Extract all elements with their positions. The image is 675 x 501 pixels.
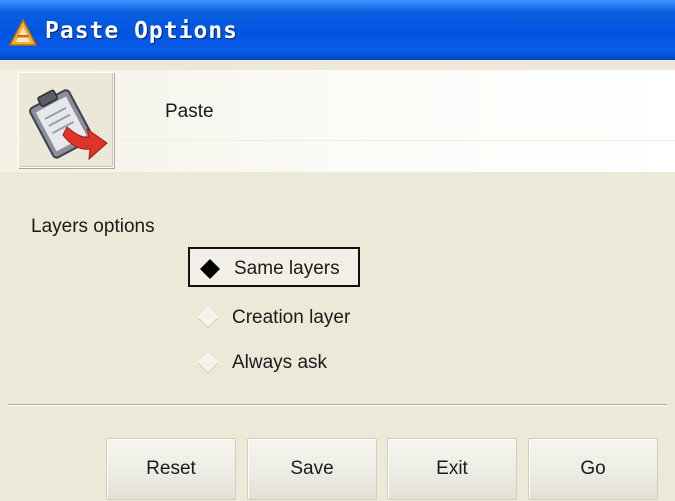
- paste-options-window: Paste Options Paste Layers options Same …: [0, 0, 675, 501]
- app-triangle-icon: [8, 18, 38, 48]
- option-creation-layer[interactable]: Creation layer: [188, 298, 378, 338]
- reset-button[interactable]: Reset: [106, 438, 236, 500]
- unselected-diamond-icon: [197, 352, 219, 374]
- paste-icon-button[interactable]: [18, 72, 114, 168]
- layers-options-label: Layers options: [31, 216, 155, 237]
- option-label: Always ask: [232, 352, 328, 373]
- selected-diamond-icon: [199, 258, 221, 280]
- option-same-layers[interactable]: Same layers: [188, 247, 360, 287]
- option-always-ask[interactable]: Always ask: [188, 343, 378, 383]
- exit-button[interactable]: Exit: [387, 438, 517, 500]
- save-button[interactable]: Save: [247, 438, 377, 500]
- go-button[interactable]: Go: [528, 438, 658, 500]
- unselected-diamond-icon: [197, 307, 219, 329]
- option-label: Creation layer: [232, 307, 351, 328]
- header-title: Paste: [165, 101, 214, 122]
- button-separator-highlight: [8, 405, 667, 406]
- title-bar[interactable]: Paste Options: [0, 0, 675, 60]
- window-title: Paste Options: [45, 18, 239, 44]
- option-label: Same layers: [234, 258, 340, 279]
